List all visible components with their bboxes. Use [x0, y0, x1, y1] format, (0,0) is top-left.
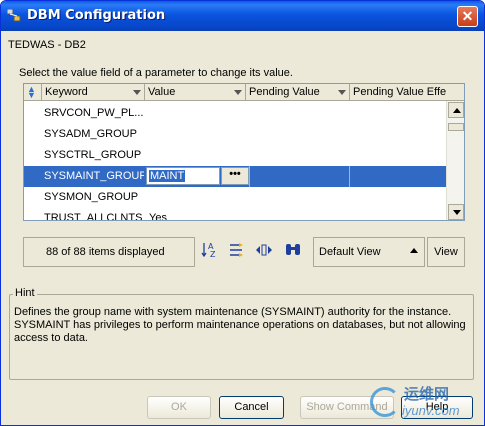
- hint-text: Defines the group name with system maint…: [14, 306, 466, 344]
- column-header-keyword[interactable]: Keyword: [42, 84, 145, 101]
- keyword-cell: SYSMAINT_GROUP: [44, 170, 144, 182]
- keyword-cell: SYSADM_GROUP: [44, 128, 137, 140]
- cancel-button[interactable]: Cancel: [219, 396, 284, 419]
- filter-icon[interactable]: [226, 241, 248, 263]
- chevron-up-icon: [410, 248, 418, 253]
- chevron-down-icon: [338, 90, 346, 95]
- vertical-scrollbar[interactable]: [446, 101, 464, 220]
- close-button[interactable]: ✕: [457, 6, 478, 27]
- dbm-configuration-window: DBM Configuration ✕ TEDWAS - DB2 Select …: [0, 0, 485, 426]
- find-icon[interactable]: [282, 241, 304, 263]
- connection-label: TEDWAS - DB2: [8, 39, 86, 51]
- value-edit-field[interactable]: MAINT: [146, 167, 220, 185]
- keyword-cell: SRVCON_PW_PL...: [44, 107, 144, 119]
- keyword-cell: TRUST_ALLCLNTS: [44, 212, 143, 221]
- keyword-cell: SYSMON_GROUP: [44, 191, 139, 203]
- columns-icon: [256, 244, 272, 256]
- chevron-down-icon: [133, 90, 141, 95]
- table-row[interactable]: SYSMON_GROUP: [24, 187, 446, 208]
- parameter-grid[interactable]: ▲ ▼ Keyword Value Pending Value Pending V…: [23, 83, 465, 221]
- chevron-down-icon: [234, 90, 242, 95]
- filter-icon: [230, 243, 243, 257]
- table-row[interactable]: SYSCTRL_GROUP: [24, 145, 446, 166]
- sort-toggle-header[interactable]: ▲ ▼: [24, 84, 42, 101]
- sort-icon: ▲ ▼: [27, 84, 36, 100]
- grid-toolbar: 88 of 88 items displayed A Z Default Vie…: [23, 237, 465, 267]
- table-row[interactable]: TRUST_ALLCLNTS Yes: [24, 208, 446, 221]
- watermark-logo: 运维网 iyunv.com: [368, 381, 478, 421]
- keyword-cell: SYSCTRL_GROUP: [44, 149, 142, 161]
- arrow-up-icon: [453, 108, 461, 113]
- table-row[interactable]: SYSADM_GROUP: [24, 124, 446, 145]
- sort-az-icon: A Z: [201, 242, 216, 259]
- column-header-value[interactable]: Value: [145, 84, 246, 101]
- column-divider: [249, 166, 250, 187]
- ok-button[interactable]: OK: [147, 396, 211, 419]
- instruction-text: Select the value field of a parameter to…: [19, 67, 293, 79]
- grid-header: ▲ ▼ Keyword Value Pending Value Pending V…: [24, 84, 464, 101]
- find-icon: [286, 244, 300, 255]
- table-row-selected[interactable]: SYSMAINT_GROUP MAINT •••: [24, 166, 446, 187]
- watermark-circle-icon: [370, 387, 400, 417]
- arrow-down-icon: [453, 210, 461, 215]
- column-divider: [349, 166, 350, 187]
- scroll-down-button[interactable]: [448, 204, 464, 220]
- view-selector[interactable]: Default View: [313, 237, 425, 267]
- svg-text:Z: Z: [210, 250, 216, 259]
- item-count: 88 of 88 items displayed: [23, 237, 195, 267]
- column-header-pending-value-effective[interactable]: Pending Value Effe: [350, 84, 446, 101]
- sort-az-icon[interactable]: A Z: [199, 241, 221, 263]
- window-title: DBM Configuration: [27, 8, 166, 23]
- browse-ellipsis-button[interactable]: •••: [221, 167, 249, 185]
- app-icon: [7, 9, 21, 22]
- scroll-up-button[interactable]: [448, 102, 464, 118]
- table-row[interactable]: SRVCON_PW_PL...: [24, 103, 446, 124]
- view-button[interactable]: View: [427, 237, 465, 267]
- scroll-thumb[interactable]: [448, 123, 464, 131]
- value-cell[interactable]: Yes: [149, 208, 244, 220]
- column-header-pending-value[interactable]: Pending Value: [246, 84, 350, 101]
- hint-legend: Hint: [13, 287, 37, 299]
- columns-icon[interactable]: [253, 241, 275, 263]
- title-bar[interactable]: DBM Configuration ✕: [1, 1, 484, 31]
